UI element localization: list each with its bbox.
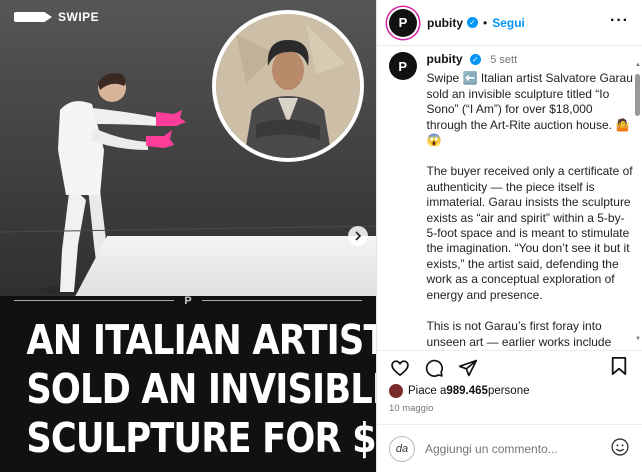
post-date[interactable]: 10 maggio xyxy=(389,403,433,414)
chevron-right-icon[interactable] xyxy=(348,226,368,246)
caption-scrollbar[interactable]: ▲ ▼ xyxy=(635,62,641,342)
headline-line-3: SCULPTURE FOR $18K xyxy=(26,414,376,462)
emoji-picker-icon[interactable] xyxy=(610,437,630,462)
swipe-indicator: SWIPE xyxy=(14,10,99,24)
pubity-logo-icon: P xyxy=(398,58,408,74)
caption-timestamp[interactable]: 5 sett xyxy=(490,54,517,66)
pubity-logo-icon: P xyxy=(184,295,192,307)
pubity-logo-icon: P xyxy=(398,15,408,30)
caption-paragraph: This is not Garau’s first foray into uns… xyxy=(426,319,612,346)
caption-scroll-area[interactable]: P pubity ✓ 5 sett Swipe ⬅️ Italian artis… xyxy=(377,52,635,346)
post-header: P pubity ✓ • Segui ··· xyxy=(377,0,642,46)
comment-input[interactable] xyxy=(425,441,605,456)
caption-body: pubity ✓ 5 sett Swipe ⬅️ Italian artist … xyxy=(427,52,635,346)
post-side-panel: P pubity ✓ • Segui ··· P pubity ✓ 5 sett xyxy=(376,0,642,472)
post-media[interactable]: SWIPE P AN ITALIAN ARTIST SOLD AN INVISI… xyxy=(0,0,376,472)
swipe-arrow-icon xyxy=(14,12,52,22)
share-send-icon[interactable] xyxy=(457,357,479,379)
scroll-thumb[interactable] xyxy=(635,74,640,116)
comment-composer: da xyxy=(377,424,642,472)
likes-prefix: Piace a xyxy=(408,385,447,397)
artist-portrait-illustration xyxy=(216,14,360,158)
likes-summary[interactable]: Piace a 989.465 persone xyxy=(389,384,530,398)
caption-paragraph: The buyer received only a certificate of… xyxy=(426,164,633,302)
separator-dot: • xyxy=(483,15,488,30)
current-user-avatar[interactable]: da xyxy=(389,435,415,462)
instagram-post-view: SWIPE P AN ITALIAN ARTIST SOLD AN INVISI… xyxy=(0,0,642,472)
artist-portrait xyxy=(212,10,364,162)
headline-line-1: AN ITALIAN ARTIST xyxy=(26,316,376,364)
liker-avatar xyxy=(389,384,403,398)
scroll-up-arrow-icon[interactable]: ▲ xyxy=(635,62,641,68)
caption-comment: P pubity ✓ 5 sett Swipe ⬅️ Italian artis… xyxy=(389,52,635,346)
verified-badge-icon: ✓ xyxy=(467,17,478,28)
like-heart-icon[interactable] xyxy=(389,357,411,379)
caption-username[interactable]: pubity xyxy=(427,52,463,66)
action-bar xyxy=(377,350,642,384)
post-headline: AN ITALIAN ARTIST SOLD AN INVISIBLE SCUL… xyxy=(26,316,376,463)
comment-bubble-icon[interactable] xyxy=(423,357,445,379)
scroll-down-arrow-icon[interactable]: ▼ xyxy=(635,336,641,342)
caption-paragraph: Swipe ⬅️ Italian artist Salvatore Garau … xyxy=(426,71,633,148)
follow-button[interactable]: Segui xyxy=(492,16,525,30)
verified-badge-icon: ✓ xyxy=(469,54,481,66)
caption-author-avatar[interactable]: P xyxy=(389,52,417,80)
author-avatar[interactable]: P xyxy=(389,8,417,37)
swipe-label: SWIPE xyxy=(58,10,100,24)
headline-line-2: SOLD AN INVISIBLE xyxy=(26,365,376,413)
likes-count[interactable]: 989.465 xyxy=(446,385,488,397)
author-username[interactable]: pubity xyxy=(427,16,463,30)
more-options-icon[interactable]: ··· xyxy=(610,12,629,30)
save-bookmark-icon[interactable] xyxy=(610,356,628,381)
likes-suffix: persone xyxy=(487,385,530,397)
divider-left xyxy=(14,300,174,301)
divider-right xyxy=(202,300,362,301)
